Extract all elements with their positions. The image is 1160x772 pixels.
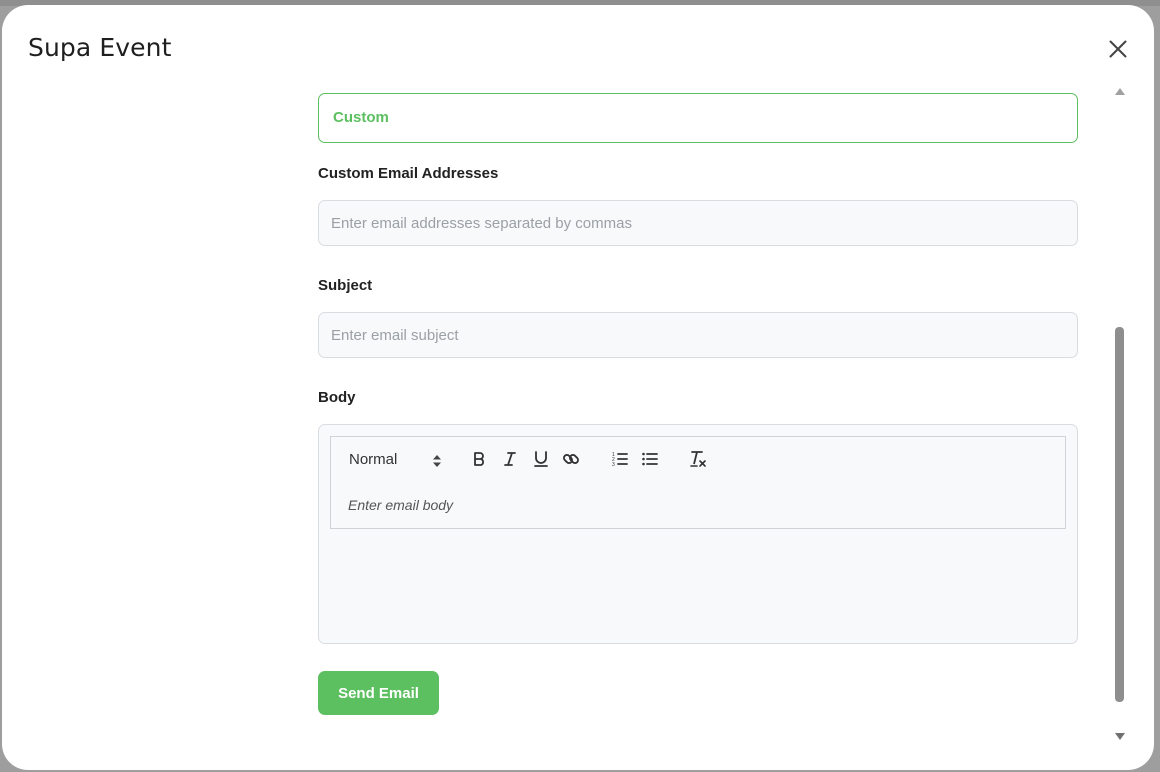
- subject-input[interactable]: Enter email subject: [318, 312, 1078, 358]
- underline-button[interactable]: [530, 448, 552, 470]
- format-select-value: Normal: [349, 451, 398, 468]
- updown-chevron-icon: [433, 455, 441, 467]
- scroll-up-arrow-icon[interactable]: [1115, 88, 1125, 95]
- body-label: Body: [318, 389, 356, 406]
- close-button[interactable]: [1105, 36, 1131, 62]
- editor-toolbar: Normal 1 2 3: [330, 436, 1066, 482]
- body-editor: Normal 1 2 3 Enter email body: [318, 424, 1078, 644]
- link-button[interactable]: [560, 448, 582, 470]
- close-icon: [1109, 40, 1127, 58]
- custom-emails-label: Custom Email Addresses: [318, 165, 499, 182]
- modal-title: Supa Event: [28, 33, 172, 62]
- recipient-select-value: Custom: [333, 109, 389, 126]
- send-email-button[interactable]: Send Email: [318, 671, 439, 715]
- recipient-select[interactable]: Custom: [318, 93, 1078, 143]
- clear-format-button[interactable]: [687, 448, 709, 470]
- bold-button[interactable]: [468, 448, 490, 470]
- italic-button[interactable]: [499, 448, 521, 470]
- format-select[interactable]: Normal: [349, 450, 445, 470]
- bold-icon: [474, 452, 484, 466]
- scrollbar[interactable]: [1112, 85, 1128, 751]
- subject-label: Subject: [318, 277, 373, 294]
- body-placeholder: Enter email body: [348, 497, 454, 513]
- body-text-area[interactable]: Enter email body: [330, 481, 1066, 529]
- modal-dialog: Supa Event Custom Custom Email Addresses…: [2, 5, 1154, 770]
- clear-format-icon: [690, 451, 706, 467]
- custom-emails-input[interactable]: Enter email addresses separated by comma…: [318, 200, 1078, 246]
- ordered-list-button[interactable]: 1 2 3: [609, 448, 631, 470]
- bullet-list-button[interactable]: [639, 448, 661, 470]
- scroll-thumb[interactable]: [1115, 327, 1124, 702]
- svg-text:3: 3: [612, 462, 615, 468]
- ordered-list-icon: 1 2 3: [612, 452, 628, 468]
- underline-icon: [534, 451, 548, 467]
- bullet-list-icon: [642, 452, 658, 466]
- italic-icon: [504, 452, 516, 466]
- subject-placeholder: Enter email subject: [331, 327, 459, 344]
- scroll-down-arrow-icon[interactable]: [1115, 733, 1125, 740]
- custom-emails-placeholder: Enter email addresses separated by comma…: [331, 215, 632, 232]
- link-icon: [563, 454, 579, 464]
